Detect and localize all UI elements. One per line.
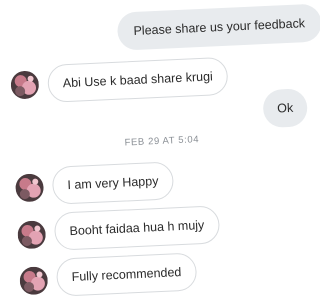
contact-avatar[interactable] [10,70,40,100]
contact-avatar[interactable] [17,220,47,250]
contact-avatar[interactable] [14,173,45,203]
message-bubble-outgoing[interactable]: Please share us your feedback [116,3,320,51]
message-bubble-incoming[interactable]: I am very Happy [51,161,175,205]
chat-thread: Please share us your feedback Abi Use k … [0,0,320,300]
message-bubble-incoming[interactable]: Abi Use k baad share krugi [46,56,229,103]
timestamp-divider: FEB 29 AT 5:04 [124,134,200,149]
contact-avatar[interactable] [19,266,49,296]
message-bubble-incoming[interactable]: Booht faidaa hua h mujy [53,205,221,251]
message-bubble-outgoing[interactable]: Ok [262,88,309,129]
